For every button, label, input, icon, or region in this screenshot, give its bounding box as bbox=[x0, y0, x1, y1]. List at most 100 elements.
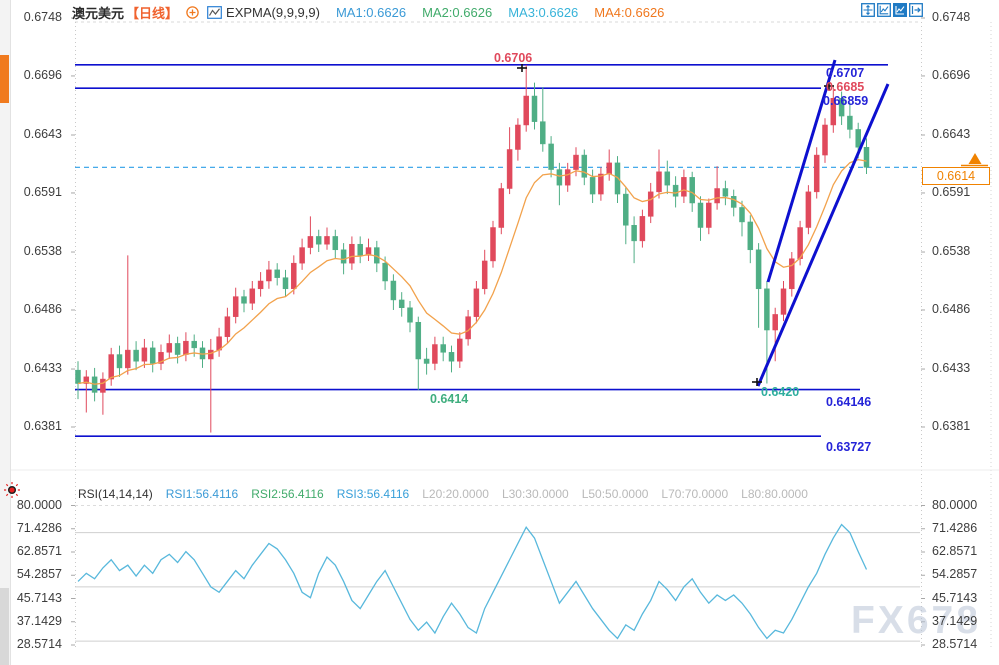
rsi-title: RSI(14,14,14) bbox=[78, 487, 153, 501]
price-arrow-marker bbox=[969, 153, 982, 164]
rsi-value-label: RSI3:56.4116 bbox=[337, 487, 410, 501]
candle-body bbox=[441, 345, 446, 353]
candle-body bbox=[242, 297, 247, 304]
candle-body bbox=[192, 341, 197, 348]
toolbar-active-indicator bbox=[0, 55, 9, 103]
candle-body bbox=[325, 236, 330, 244]
candle-body bbox=[466, 317, 471, 339]
candle-body bbox=[740, 207, 745, 221]
rsi-value-label: RSI2:56.4116 bbox=[251, 487, 324, 501]
candle-body bbox=[864, 147, 869, 167]
candle-body bbox=[574, 155, 579, 169]
candle-body bbox=[731, 196, 736, 207]
candle-body bbox=[557, 170, 562, 186]
candle-body bbox=[125, 350, 130, 368]
alert-icon[interactable] bbox=[4, 482, 20, 498]
rsi-header: RSI(14,14,14) RSI1:56.4116RSI2:56.4116RS… bbox=[78, 487, 834, 501]
candle-body bbox=[665, 172, 670, 185]
candle-body bbox=[457, 339, 462, 361]
candle-body bbox=[424, 359, 429, 363]
candle-body bbox=[715, 189, 720, 203]
axis-scale-icon[interactable] bbox=[877, 3, 891, 17]
toolbar-bottom-block bbox=[0, 588, 9, 665]
candle-body bbox=[640, 216, 645, 241]
rsi-line bbox=[78, 524, 867, 638]
chart-header: 澳元美元 【日线】 EXPMA(9,9,9,9) MA1:0.6626MA2:0… bbox=[72, 3, 664, 22]
candle-body bbox=[781, 289, 786, 315]
candle-body bbox=[275, 270, 280, 278]
ma-value-label: MA1:0.6626 bbox=[336, 5, 406, 20]
candle-body bbox=[532, 96, 537, 122]
rsi-level-label: L80:80.0000 bbox=[741, 487, 808, 501]
trading-chart-window: 澳元美元 【日线】 EXPMA(9,9,9,9) MA1:0.6626MA2:0… bbox=[0, 0, 999, 665]
candle-body bbox=[515, 125, 520, 150]
candle-body bbox=[358, 244, 363, 255]
candle-body bbox=[391, 281, 396, 300]
chart-canvas[interactable] bbox=[0, 0, 999, 665]
candle-body bbox=[399, 300, 404, 308]
candle-body bbox=[607, 163, 612, 174]
candle-body bbox=[482, 261, 487, 289]
candle-body bbox=[806, 192, 811, 228]
candle-body bbox=[474, 289, 479, 317]
timeframe-label[interactable]: 【日线】 bbox=[126, 3, 178, 22]
candle-body bbox=[839, 98, 844, 116]
left-toolbar[interactable] bbox=[0, 0, 11, 665]
candle-body bbox=[117, 355, 122, 368]
indicator-title: EXPMA(9,9,9,9) bbox=[226, 5, 320, 20]
candle-body bbox=[333, 236, 338, 249]
candle-body bbox=[706, 203, 711, 228]
candle-body bbox=[416, 322, 421, 359]
candle-body bbox=[142, 348, 147, 361]
candle-body bbox=[134, 350, 139, 361]
candle-body bbox=[632, 225, 637, 241]
rsi-values: RSI1:56.4116 RSI2:56.4116 RSI3:56.4116 L20:… bbox=[166, 487, 821, 501]
add-indicator-icon[interactable] bbox=[186, 6, 199, 19]
chart-toolbar bbox=[861, 3, 923, 17]
candle-body bbox=[491, 228, 496, 261]
candle-body bbox=[748, 222, 753, 250]
symbol-name: 澳元美元 bbox=[72, 3, 124, 22]
candle-body bbox=[167, 343, 172, 352]
candle-body bbox=[847, 116, 852, 129]
candle-body bbox=[266, 270, 271, 281]
candle-body bbox=[208, 350, 213, 359]
candle-body bbox=[341, 250, 346, 263]
candle-body bbox=[623, 194, 628, 225]
candle-body bbox=[598, 174, 603, 194]
rsi-level-label: L70:70.0000 bbox=[661, 487, 728, 501]
candle-body bbox=[673, 185, 678, 196]
rsi-level-label: L20:20.0000 bbox=[422, 487, 489, 501]
candle-body bbox=[856, 129, 861, 147]
current-price-tag: 0.6614 bbox=[922, 167, 990, 185]
candle-body bbox=[690, 177, 695, 203]
candle-body bbox=[225, 317, 230, 337]
candle-body bbox=[150, 348, 155, 364]
candle-body bbox=[250, 289, 255, 303]
candle-body bbox=[258, 281, 263, 289]
candle-body bbox=[524, 96, 529, 125]
indicator-chart-icon[interactable] bbox=[207, 6, 222, 19]
candle-body bbox=[308, 236, 313, 247]
candle-body bbox=[773, 314, 778, 330]
pan-icon[interactable] bbox=[861, 3, 875, 17]
candle-body bbox=[233, 297, 238, 317]
rsi-level-label: L30:30.0000 bbox=[502, 487, 569, 501]
candle-body bbox=[76, 370, 81, 383]
candle-body bbox=[499, 189, 504, 228]
exit-fullscreen-icon[interactable] bbox=[909, 3, 923, 17]
candle-body bbox=[183, 341, 188, 354]
chart-mode-icon[interactable] bbox=[893, 3, 907, 17]
expma-line bbox=[78, 160, 867, 385]
rsi-value-label: RSI1:56.4116 bbox=[166, 487, 239, 501]
candle-body bbox=[349, 244, 354, 263]
candle-body bbox=[582, 155, 587, 177]
candle-body bbox=[175, 343, 180, 354]
candle-body bbox=[408, 308, 413, 322]
candle-body bbox=[648, 192, 653, 217]
candle-body bbox=[432, 345, 437, 364]
candle-body bbox=[723, 189, 728, 197]
candle-body bbox=[831, 98, 836, 125]
candle-body bbox=[100, 379, 105, 392]
candle-body bbox=[383, 263, 388, 281]
